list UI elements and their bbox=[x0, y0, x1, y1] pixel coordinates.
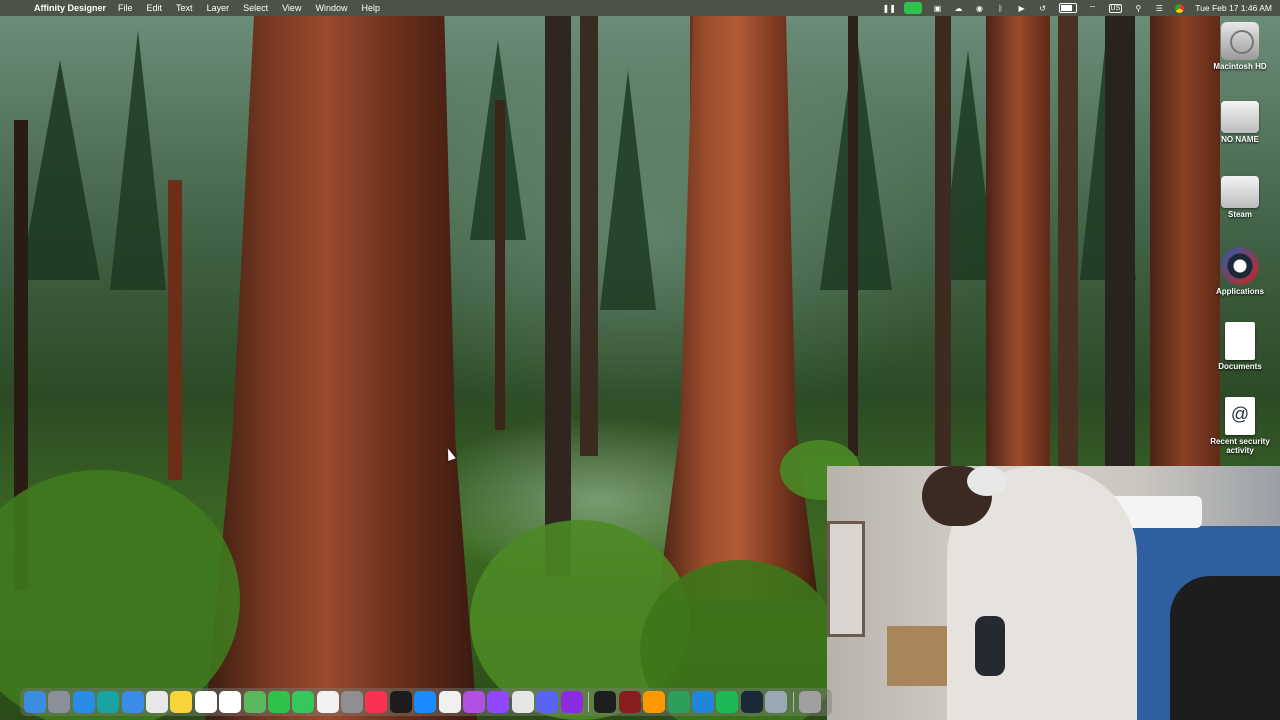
webcam-chair bbox=[1170, 576, 1280, 720]
launchpad-icon[interactable] bbox=[48, 691, 71, 713]
desktop-icon-label: Documents bbox=[1218, 362, 1262, 371]
menu-view[interactable]: View bbox=[282, 3, 301, 13]
finder-icon[interactable] bbox=[24, 691, 46, 713]
pause-icon[interactable]: ❚❚ bbox=[883, 4, 896, 13]
terminal-icon[interactable] bbox=[594, 691, 617, 713]
tree-trunk bbox=[848, 16, 858, 456]
search-icon[interactable]: ⚲ bbox=[1133, 4, 1143, 13]
sequoia-trunk bbox=[658, 16, 818, 600]
menu-help[interactable]: Help bbox=[361, 3, 380, 13]
safari-icon[interactable] bbox=[72, 691, 95, 713]
hard-drive-icon bbox=[1221, 22, 1259, 60]
music-icon[interactable] bbox=[365, 691, 388, 713]
messages-icon[interactable] bbox=[292, 691, 315, 713]
tree-trunk bbox=[545, 16, 571, 576]
keyboard-layout-icon[interactable]: US bbox=[1108, 3, 1123, 13]
desktop-icon-steam-volume[interactable]: Steam bbox=[1200, 172, 1280, 219]
mail-icon[interactable] bbox=[121, 691, 144, 713]
proxy-icon[interactable] bbox=[97, 691, 120, 713]
git-icon[interactable] bbox=[667, 691, 690, 713]
desktop-icon-label: Applications bbox=[1215, 287, 1264, 296]
menu-bar: Affinity Designer File Edit Text Layer S… bbox=[0, 0, 1280, 16]
bluetooth-icon[interactable]: ᛒ bbox=[996, 4, 1006, 13]
menu-file[interactable]: File bbox=[118, 3, 133, 13]
tree-trunk bbox=[1105, 16, 1135, 466]
foliage bbox=[0, 470, 240, 720]
tree-trunk bbox=[1058, 16, 1078, 466]
desktop-icon-documents[interactable]: Documents bbox=[1200, 322, 1280, 371]
tree-trunk bbox=[935, 16, 951, 466]
preview-icon[interactable] bbox=[765, 691, 788, 713]
desktop-icon-recent-security-activity[interactable]: @ Recent security activity bbox=[1200, 397, 1280, 455]
external-disk-icon bbox=[1221, 101, 1259, 133]
chrome-icon[interactable] bbox=[1175, 3, 1185, 13]
desktop-icon-label: NO NAME bbox=[1221, 135, 1259, 144]
settings-icon[interactable] bbox=[341, 691, 364, 713]
menu-bar-clock[interactable]: Tue Feb 17 1:46 AM bbox=[1195, 3, 1272, 13]
microphone-icon bbox=[975, 616, 1005, 676]
desktop-icon-label: Macintosh HD bbox=[1213, 62, 1267, 71]
webcam-overlay bbox=[827, 466, 1280, 720]
affinity-icon[interactable] bbox=[560, 691, 583, 713]
news-icon[interactable] bbox=[316, 691, 339, 713]
external-disk-icon bbox=[1221, 176, 1259, 208]
desktop-icon-label: Steam bbox=[1227, 210, 1252, 219]
pine-tree bbox=[110, 30, 166, 290]
cloud-icon[interactable]: ☁ bbox=[954, 4, 964, 13]
dock bbox=[20, 688, 832, 716]
reminders-icon[interactable] bbox=[219, 691, 242, 713]
menu-window[interactable]: Window bbox=[315, 3, 347, 13]
facetime-icon[interactable] bbox=[903, 2, 922, 14]
headphones-icon bbox=[967, 466, 1007, 496]
menu-layer[interactable]: Layer bbox=[207, 3, 230, 13]
facetime-icon[interactable] bbox=[267, 691, 290, 713]
notes-icon[interactable] bbox=[170, 691, 193, 713]
app-name-menu[interactable]: Affinity Designer bbox=[34, 3, 106, 13]
maps-icon[interactable] bbox=[243, 691, 266, 713]
desktop-icon-macintosh-hd[interactable]: Macintosh HD bbox=[1200, 22, 1280, 71]
dock-separator bbox=[792, 692, 794, 712]
document-icon bbox=[1225, 322, 1255, 360]
wifi-icon[interactable]: ⌔ bbox=[1088, 4, 1098, 13]
desktop-icon-label: Recent security activity bbox=[1210, 437, 1270, 455]
chrome-icon[interactable] bbox=[145, 691, 168, 713]
pine-tree bbox=[600, 70, 656, 310]
vscode-icon[interactable] bbox=[691, 691, 714, 713]
photos-icon[interactable] bbox=[438, 691, 461, 713]
play-icon[interactable]: ▶ bbox=[1017, 4, 1027, 13]
calendar-icon[interactable] bbox=[194, 691, 217, 713]
game-icon[interactable] bbox=[618, 691, 641, 713]
control-center-icon[interactable]: ☰ bbox=[1154, 4, 1164, 13]
desktop-icon-no-name[interactable]: NO NAME bbox=[1200, 97, 1280, 144]
app-store-icon[interactable] bbox=[414, 691, 437, 713]
desktop-icon-applications[interactable]: Applications bbox=[1200, 247, 1280, 296]
menu-edit[interactable]: Edit bbox=[147, 3, 163, 13]
steam-icon[interactable] bbox=[740, 691, 763, 713]
trash-icon[interactable] bbox=[798, 691, 821, 713]
pine-tree bbox=[20, 60, 100, 280]
battery-icon[interactable] bbox=[1058, 3, 1077, 13]
menu-select[interactable]: Select bbox=[243, 3, 268, 13]
discord-icon[interactable] bbox=[536, 691, 559, 713]
podcasts-icon[interactable] bbox=[463, 691, 486, 713]
screen-icon[interactable]: ▣ bbox=[933, 4, 943, 13]
sequoia-trunk bbox=[205, 16, 477, 720]
spotify-icon[interactable] bbox=[716, 691, 739, 713]
history-icon[interactable]: ↺ bbox=[1038, 4, 1048, 13]
steam-icon bbox=[1221, 247, 1259, 285]
tree-trunk bbox=[168, 180, 182, 480]
menu-text[interactable]: Text bbox=[176, 3, 193, 13]
tree-trunk bbox=[495, 100, 505, 430]
clapperboard-icon[interactable] bbox=[511, 691, 534, 713]
twitch-icon[interactable] bbox=[487, 691, 510, 713]
sequoia-trunk bbox=[986, 16, 1050, 466]
webcam-picture-frame bbox=[827, 521, 865, 637]
http-link-icon: @ bbox=[1225, 397, 1255, 435]
sublime-icon[interactable] bbox=[643, 691, 666, 713]
tv-icon[interactable] bbox=[389, 691, 412, 713]
tree-trunk bbox=[580, 16, 598, 456]
status-area: ❚❚ ▣ ☁ ◉ ᛒ ▶ ↺ ⌔ US ⚲ ☰ Tue Feb 17 1:46 … bbox=[883, 0, 1272, 16]
vpn-icon[interactable]: ◉ bbox=[975, 4, 985, 13]
dock-separator bbox=[587, 692, 589, 712]
